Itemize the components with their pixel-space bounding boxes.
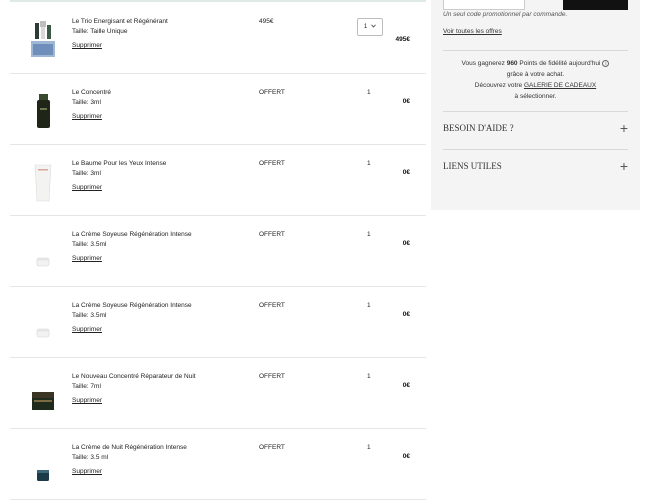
- loyalty-message: Vous gagnerez 960 Points de fidélité auj…: [443, 58, 628, 102]
- gift-gallery-link[interactable]: GALERIE DE CADEAUX: [524, 82, 596, 89]
- product-quantity: 1: [367, 89, 371, 96]
- remove-link[interactable]: Supprimer: [72, 397, 102, 404]
- loyalty-post: Points de fidélité aujourd'hui: [517, 60, 601, 67]
- product-name: Le Concentré: [72, 89, 112, 96]
- quantity-select[interactable]: 1: [357, 18, 383, 36]
- promo-note: Un seul code promotionnel par commande.: [443, 11, 568, 18]
- product-name: La Crème de Nuit Régénération Intense: [72, 444, 187, 451]
- cart-top-accent: [10, 0, 426, 2]
- product-thumbnail-white-tube: [26, 161, 60, 205]
- plus-icon: +: [619, 120, 628, 136]
- product-total: 0€: [402, 453, 410, 460]
- divider: [443, 50, 628, 51]
- plus-icon: +: [619, 158, 628, 174]
- product-size: Taille: 3ml: [72, 170, 101, 177]
- product-total: 0€: [402, 382, 410, 389]
- gift-post: à sélectionner.: [514, 93, 557, 100]
- product-thumbnail-teal-jar: [26, 453, 60, 497]
- cart-row: La Crème Soyeuse Régénération Intense Ta…: [10, 287, 426, 358]
- loyalty-line-1: Vous gagnerez 960 Points de fidélité auj…: [443, 58, 628, 69]
- product-thumbnail-white-jar: [26, 240, 60, 284]
- product-size: Taille: 3ml: [72, 99, 101, 106]
- product-name: Le Nouveau Concentré Réparateur de Nuit: [72, 373, 196, 380]
- product-quantity: 1: [367, 231, 371, 238]
- product-name: Le Baume Pour les Yeux Intense: [72, 160, 167, 167]
- product-total: 495€: [395, 36, 410, 43]
- chevron-down-icon: [371, 24, 376, 30]
- divider: [443, 111, 628, 112]
- info-icon[interactable]: i: [602, 59, 610, 67]
- product-name: La Crème Soyeuse Régénération Intense: [72, 231, 192, 238]
- view-offers-link[interactable]: Voir toutes les offres: [443, 28, 502, 35]
- product-name: Le Trio Energisant et Régénérant: [72, 18, 168, 25]
- help-accordion[interactable]: BESOIN D'AIDE ? +: [443, 120, 628, 137]
- apply-promo-button[interactable]: [563, 0, 628, 10]
- remove-link[interactable]: Supprimer: [72, 113, 102, 120]
- cart-row: Le Nouveau Concentré Réparateur de Nuit …: [10, 358, 426, 429]
- product-price: OFFERT: [259, 373, 285, 380]
- product-size: Taille: 3.5 ml: [72, 454, 109, 461]
- product-price: OFFERT: [259, 444, 285, 451]
- product-size: Taille: 7ml: [72, 383, 101, 390]
- quantity-value: 1: [363, 24, 368, 30]
- product-total: 0€: [402, 169, 410, 176]
- gift-line: Découvrez votre GALERIE DE CADEAUX: [443, 80, 628, 91]
- remove-link[interactable]: Supprimer: [72, 42, 102, 49]
- product-thumbnail-white-jar: [26, 311, 60, 355]
- order-summary-panel: Un seul code promotionnel par commande. …: [431, 0, 640, 210]
- loyalty-points: 960: [506, 60, 518, 67]
- cart-row: La Crème de Nuit Régénération Intense Ta…: [10, 429, 426, 500]
- help-title: BESOIN D'AIDE ?: [443, 123, 514, 133]
- product-size: Taille: 3.5ml: [72, 241, 107, 248]
- product-thumbnail-trio-set: [26, 17, 60, 61]
- product-quantity: 1: [367, 444, 371, 451]
- product-price: OFFERT: [259, 231, 285, 238]
- cart-list: Le Trio Energisant et Régénérant Taille:…: [10, 0, 426, 500]
- product-price: OFFERT: [259, 160, 285, 167]
- product-quantity: 1: [367, 160, 371, 167]
- remove-link[interactable]: Supprimer: [72, 184, 102, 191]
- cart-row: Le Concentré Taille: 3ml Supprimer OFFER…: [10, 74, 426, 145]
- gift-pre: Découvrez votre: [474, 82, 524, 89]
- promo-code-input[interactable]: [443, 0, 525, 10]
- remove-link[interactable]: Supprimer: [72, 255, 102, 262]
- cart-row: La Crème Soyeuse Régénération Intense Ta…: [10, 216, 426, 287]
- product-thumbnail-dark-tube: [26, 90, 60, 134]
- product-name: La Crème Soyeuse Régénération Intense: [72, 302, 192, 309]
- product-price: OFFERT: [259, 89, 285, 96]
- product-price: 495€: [259, 18, 274, 25]
- cart-row: Le Trio Energisant et Régénérant Taille:…: [10, 3, 426, 74]
- product-quantity: 1: [367, 302, 371, 309]
- product-size: Taille: 3.5ml: [72, 312, 107, 319]
- product-total: 0€: [402, 311, 410, 318]
- cart-row: Le Baume Pour les Yeux Intense Taille: 3…: [10, 145, 426, 216]
- remove-link[interactable]: Supprimer: [72, 326, 102, 333]
- useful-links-accordion[interactable]: LIENS UTILES +: [443, 158, 628, 175]
- loyalty-line-2: grâce à votre achat.: [506, 71, 565, 78]
- loyalty-pre: Vous gagnerez: [461, 60, 507, 67]
- links-title: LIENS UTILES: [443, 161, 502, 171]
- product-price: OFFERT: [259, 302, 285, 309]
- product-size: Taille: Taille Unique: [72, 28, 128, 35]
- remove-link[interactable]: Supprimer: [72, 468, 102, 475]
- product-quantity: 1: [367, 373, 371, 380]
- product-total: 0€: [402, 240, 410, 247]
- product-total: 0€: [402, 98, 410, 105]
- divider: [443, 149, 628, 150]
- product-thumbnail-dark-jar: [26, 378, 60, 422]
